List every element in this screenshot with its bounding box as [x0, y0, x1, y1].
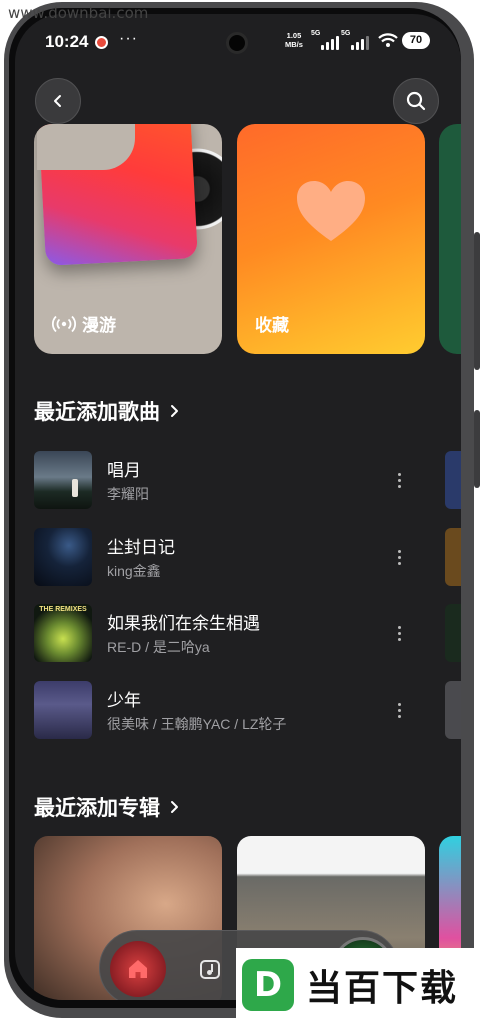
more-vertical-icon[interactable]: [389, 693, 409, 727]
status-more-icon: ···: [119, 30, 138, 47]
more-vertical-icon[interactable]: [389, 540, 409, 574]
song-cover: THE REMIXES: [34, 604, 92, 662]
song-title: 如果我们在余生相遇: [107, 614, 260, 633]
heart-icon: [297, 181, 365, 241]
chevron-right-icon: [171, 405, 178, 417]
status-bar: 10:24 ··· 1.05 MB/s 5G 5G 70: [15, 14, 461, 70]
back-button[interactable]: [35, 78, 81, 124]
watermark-logo: D: [242, 959, 294, 1011]
song-row[interactable]: 尘封日记 king金鑫: [34, 528, 434, 586]
song-peek: [445, 681, 461, 739]
battery-indicator: 70: [402, 32, 430, 49]
screen: 10:24 ··· 1.05 MB/s 5G 5G 70 漫游 收藏 最近添加歌…: [15, 14, 461, 1000]
song-artist: 很美味 / 王翰鹏YAC / LZ轮子: [107, 716, 287, 732]
next-card-peek[interactable]: [439, 124, 461, 354]
song-artist: king金鑫: [107, 563, 161, 579]
song-row[interactable]: 唱月 李耀阳: [34, 451, 434, 509]
recent-songs-header[interactable]: 最近添加歌曲: [34, 396, 180, 426]
radio-waves-icon: [52, 315, 76, 332]
volume-button: [474, 232, 480, 370]
wifi-icon: [378, 33, 398, 47]
favorites-card-label: 收藏: [255, 316, 289, 335]
front-camera: [226, 32, 248, 54]
library-button[interactable]: [192, 951, 228, 987]
more-vertical-icon[interactable]: [389, 463, 409, 497]
song-row[interactable]: 少年 很美味 / 王翰鹏YAC / LZ轮子: [34, 681, 434, 739]
search-icon: [406, 91, 426, 111]
home-icon: [129, 960, 147, 978]
music-note-icon: [200, 960, 220, 979]
song-peek: [445, 451, 461, 509]
song-row[interactable]: THE REMIXES 如果我们在余生相遇 RE-D / 是二哈ya: [34, 604, 434, 662]
chevron-right-icon: [171, 801, 178, 813]
recent-albums-header[interactable]: 最近添加专辑: [34, 792, 180, 822]
song-artist: 李耀阳: [107, 486, 149, 502]
power-button: [474, 410, 480, 488]
favorites-card[interactable]: 收藏: [237, 124, 425, 354]
notification-app-icon: [95, 36, 108, 49]
watermark-bottom: D 当百下载: [236, 948, 480, 1022]
song-peek: [445, 604, 461, 662]
song-cover: [34, 451, 92, 509]
roam-card[interactable]: 漫游: [34, 124, 222, 354]
song-artist: RE-D / 是二哈ya: [107, 639, 210, 655]
status-time: 10:24: [45, 32, 89, 51]
chevron-left-icon: [54, 95, 61, 107]
song-peek: [445, 528, 461, 586]
more-vertical-icon[interactable]: [389, 616, 409, 650]
home-button[interactable]: [110, 941, 166, 997]
phone-frame: 10:24 ··· 1.05 MB/s 5G 5G 70 漫游 收藏 最近添加歌…: [0, 0, 480, 1022]
song-title: 尘封日记: [107, 538, 175, 557]
song-title: 唱月: [107, 461, 141, 480]
watermark-top: www.downbai.com: [8, 4, 149, 22]
song-title: 少年: [107, 691, 141, 710]
roam-card-label: 漫游: [52, 311, 116, 336]
search-button[interactable]: [393, 78, 439, 124]
song-cover: [34, 528, 92, 586]
network-speed: 1.05 MB/s: [285, 31, 303, 49]
song-cover: [34, 681, 92, 739]
